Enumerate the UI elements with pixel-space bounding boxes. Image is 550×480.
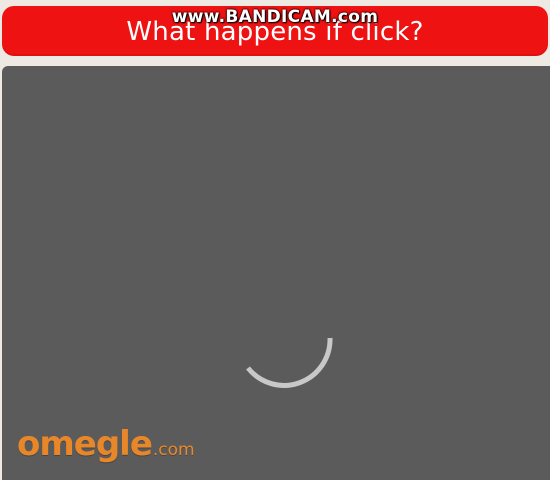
video-panel: omegle .com [2,66,550,480]
omegle-logo: omegle .com [17,424,195,464]
logo-name: omegle [17,424,153,464]
what-happens-button[interactable]: What happens if click? [2,6,548,56]
loading-spinner-icon [246,337,333,388]
page: What happens if click? www.BANDICAM.com … [0,0,550,480]
logo-tld: .com [152,440,195,460]
what-happens-button-label: What happens if click? [126,17,424,47]
